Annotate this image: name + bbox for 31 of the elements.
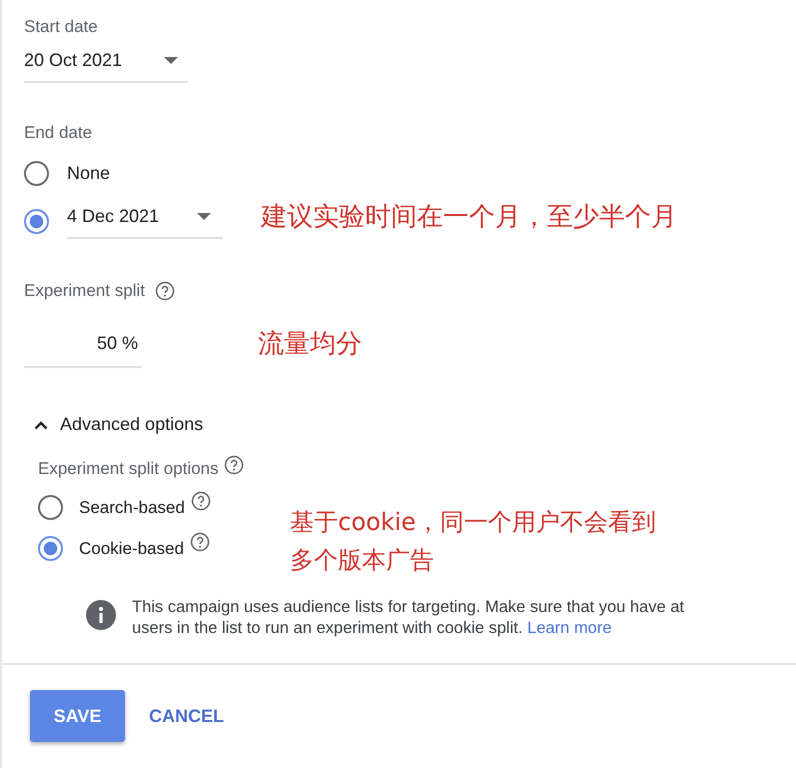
- chevron-icon: [34, 420, 48, 430]
- help-icon[interactable]: [190, 491, 211, 511]
- advanced-options-toggle[interactable]: Advanced options: [34, 414, 204, 435]
- field-label: Experiment split: [24, 281, 145, 301]
- help-icon[interactable]: [154, 281, 175, 301]
- date-dropdown[interactable]: 20 Oct 2021: [24, 50, 188, 83]
- percent-field[interactable]: 50 %: [24, 333, 142, 368]
- help-icon[interactable]: [224, 455, 244, 475]
- learn-more-link[interactable]: Learn more: [527, 619, 612, 637]
- save-button[interactable]: SAVE: [30, 690, 125, 742]
- caret-icon: [164, 57, 178, 64]
- info-text: This campaign uses audience lists for targeting. Make sure that you have at users in the list to run an experiment with cookie split. Learn more: [132, 597, 684, 639]
- radio-button[interactable]: [38, 536, 63, 561]
- radio-label: Cookie-based: [79, 538, 184, 558]
- annotation-text: 建议实验时间在一个月，至少半个月: [261, 201, 677, 234]
- info-icon: [86, 600, 116, 630]
- field-label: End date: [24, 123, 94, 143]
- help-icon[interactable]: [190, 532, 210, 552]
- radio-label: None: [67, 163, 110, 184]
- cancel-button[interactable]: CANCEL: [149, 706, 224, 726]
- annotation-text: 基于cookie，同一个用户不会看到: [290, 507, 656, 538]
- annotation-text: 多个版本广告: [290, 545, 435, 576]
- field-label: Start date: [24, 17, 99, 37]
- radio-button[interactable]: [38, 495, 63, 520]
- field-label: Experiment split options: [38, 459, 218, 479]
- annotation-text: 流量均分: [258, 328, 362, 361]
- caret-icon: [197, 213, 211, 220]
- date-dropdown[interactable]: 4 Dec 2021: [67, 204, 223, 239]
- radio-label: Search-based: [79, 498, 185, 518]
- radio-button[interactable]: [24, 161, 49, 186]
- radio-button[interactable]: [24, 209, 49, 234]
